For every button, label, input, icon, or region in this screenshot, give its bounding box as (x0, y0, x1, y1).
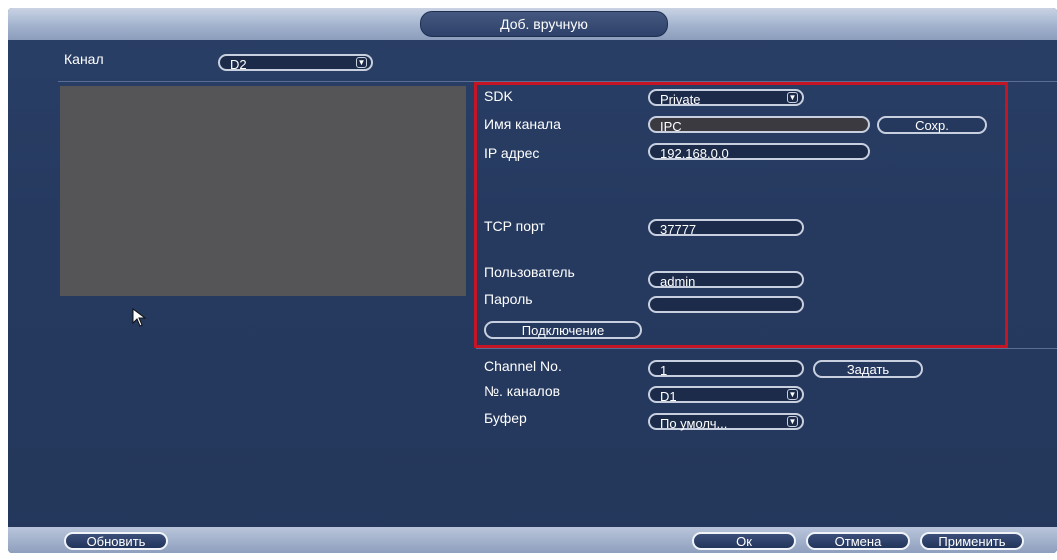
video-preview (60, 86, 466, 296)
cancel-button[interactable]: Отмена (806, 532, 910, 550)
mouse-pointer-icon (132, 308, 147, 327)
channel-select-value: D2 (230, 57, 247, 72)
chevron-down-icon: ▼ (787, 389, 798, 400)
channel-no-label: Channel No. (484, 358, 562, 374)
channels-select[interactable]: D1 ▼ (648, 386, 804, 404)
manual-add-dialog: Доб. вручную Канал D2 ▼ SDK Private ▼ Им… (8, 8, 1057, 553)
channels-select-value: D1 (660, 389, 677, 404)
apply-button[interactable]: Применить (920, 532, 1024, 550)
ok-button[interactable]: Ок (692, 532, 796, 550)
buffer-select-value: По умолч... (660, 416, 728, 431)
chevron-down-icon: ▼ (787, 416, 798, 427)
section-divider (476, 348, 1057, 349)
bottom-bar: Обновить Ок Отмена Применить (8, 527, 1057, 553)
refresh-button[interactable]: Обновить (64, 532, 168, 550)
highlight-frame (474, 82, 1008, 348)
channel-select[interactable]: D2 ▼ (218, 54, 373, 72)
channel-label: Канал (64, 51, 104, 67)
chevron-down-icon: ▼ (356, 57, 367, 68)
dialog-title: Доб. вручную (420, 11, 668, 37)
channel-no-input[interactable]: 1 (648, 360, 804, 378)
buffer-select[interactable]: По умолч... ▼ (648, 413, 804, 431)
channels-label: №. каналов (484, 383, 561, 399)
buffer-label: Буфер (484, 410, 527, 426)
title-bar: Доб. вручную (8, 8, 1057, 40)
set-button[interactable]: Задать (813, 360, 923, 378)
